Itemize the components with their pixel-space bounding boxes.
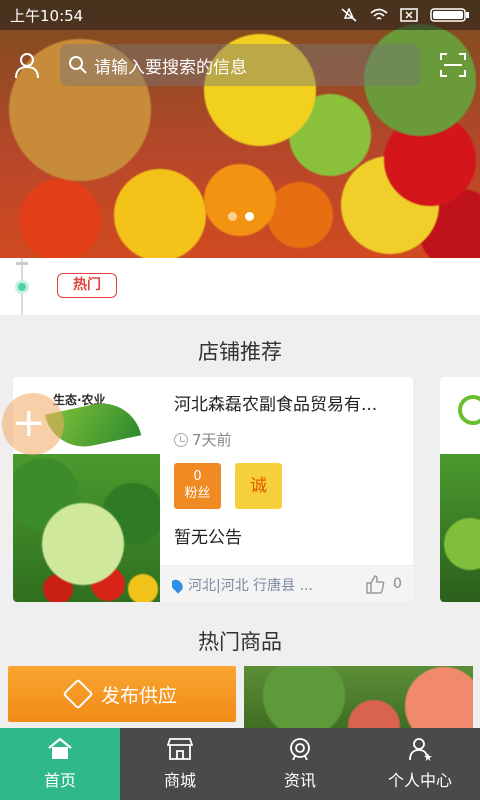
status-time: 上午10:54 [10,6,84,25]
nav-home-label: 首页 [43,771,76,790]
store-icon [167,738,193,760]
user-center-icon [409,738,432,761]
news-icon [290,738,310,761]
nav-user-center-label: 个人中心 [387,771,452,790]
scan-button[interactable] [437,49,469,81]
publish-supply-label: 发布供应 [100,684,177,707]
nav-news[interactable]: 资讯 [240,728,360,800]
battery-icon [430,8,469,22]
nav-store[interactable]: 商城 [120,728,240,800]
wifi-icon [370,8,388,20]
user-icon [15,53,39,79]
publish-supply-button[interactable]: 发布供应 [8,666,236,722]
shop-time-text: 7天前 [192,431,232,449]
user-profile-button[interactable] [12,48,42,82]
search-placeholder: 请输入要搜索的信息 [94,57,247,78]
vegetables-image [13,454,160,602]
nav-store-label: 商城 [163,771,196,790]
carousel-dot-active[interactable] [245,212,254,221]
shop-update-time: 7天前 [174,429,232,450]
shop-notice: 暂无公告 [174,528,242,548]
fans-label: 粉丝 [184,486,211,501]
hot-tag: 热门 [57,273,117,298]
plus-icon: + [12,400,46,446]
shop-location: 河北|河北 行唐县 ... [172,575,332,595]
carousel-dot[interactable] [228,212,237,221]
app-screen: 上午10:54 请输入要搜索的信息 热门 店铺推荐 生态·农业 河北森磊农副食品… [0,0,480,800]
status-bar: 上午10:54 [0,0,480,30]
shop-name[interactable]: 河北森磊农副食品贸易有... [174,390,409,415]
silent-icon [341,8,357,22]
bottom-navigation: 首页 商城 资讯 个人中心 [0,728,480,800]
hot-news-bar[interactable]: 热门 [0,258,480,315]
integrity-badge: 诚 [235,463,282,509]
products-section-title: 热门商品 [198,630,282,654]
thumbs-up-icon [366,575,385,594]
clock-icon [174,432,188,447]
like-button[interactable]: 0 [365,574,402,594]
nav-home[interactable]: 首页 [0,728,120,800]
close-box-icon [400,8,418,22]
fans-count: 0 [193,469,202,484]
nav-news-label: 资讯 [283,771,316,790]
location-pin-icon [172,576,186,594]
vegetables-image-next [440,454,480,602]
shop-logo-next [458,395,480,425]
shops-section-title: 店铺推荐 [198,340,282,364]
nav-user-center[interactable]: 个人中心 [360,728,480,800]
search-icon [69,56,87,74]
product-image[interactable] [244,666,473,734]
banner-carousel[interactable] [0,0,480,258]
scan-icon [440,53,466,77]
shop-location-text: 河北|河北 行唐县 ... [188,578,313,594]
shop-footer: 河北|河北 行唐县 ... 0 [160,565,413,602]
timeline-cap [16,262,28,265]
shop-card[interactable]: 生态·农业 河北森磊农副食品贸易有... 7天前 0 粉丝 诚 暂无公告 河北|… [13,377,413,602]
timeline-dot [15,280,29,294]
fans-badge[interactable]: 0 粉丝 [174,463,221,509]
carousel-indicator [228,212,254,221]
search-bar[interactable]: 请输入要搜索的信息 [60,44,420,86]
shop-card-next[interactable] [440,377,480,602]
edit-pen-icon [62,678,94,710]
home-icon [48,737,72,759]
like-count: 0 [393,576,402,592]
